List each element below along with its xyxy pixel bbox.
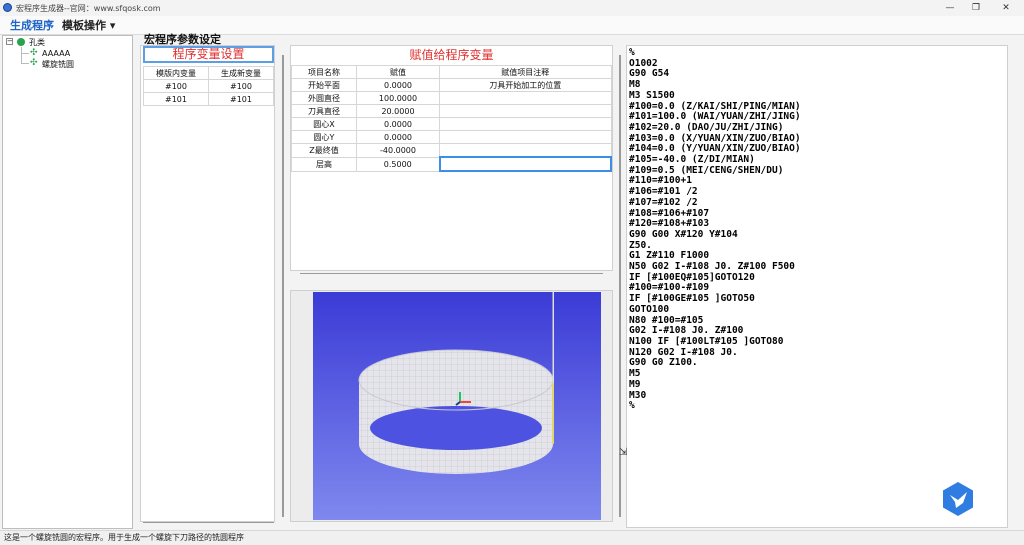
mouse-cursor-icon: ⇲ xyxy=(619,447,628,458)
app-icon xyxy=(3,3,12,12)
table-row[interactable]: Z最终值 -40.0000 xyxy=(291,143,612,158)
param-note[interactable] xyxy=(439,104,612,118)
column-header: 赋值项目注释 xyxy=(439,65,612,79)
column-header: 赋值 xyxy=(356,65,440,79)
param-name: 开始平面 xyxy=(291,78,357,92)
column-header: 生成新变量 xyxy=(208,66,274,80)
param-value[interactable]: 0.0000 xyxy=(356,130,440,144)
variable-panel xyxy=(140,45,275,522)
param-note[interactable] xyxy=(439,130,612,144)
toolpath-3d-view[interactable] xyxy=(313,292,601,520)
tree-connector xyxy=(21,63,29,64)
table-row[interactable]: 刀具直径 20.0000 xyxy=(291,104,612,118)
column-header: 项目名称 xyxy=(291,65,357,79)
gcode-line: % xyxy=(629,400,635,412)
gcode-line: M30 xyxy=(629,389,647,401)
gcode-line: G90 G54 xyxy=(629,68,670,80)
param-note[interactable] xyxy=(439,117,612,131)
param-name: 外圆直径 xyxy=(291,91,357,105)
gcode-line: M5 xyxy=(629,368,641,380)
horizontal-splitter[interactable] xyxy=(143,522,274,523)
horizontal-splitter[interactable] xyxy=(300,273,603,274)
gcode-line: #107=#102 /2 xyxy=(629,196,698,208)
item-icon: ✣ xyxy=(30,48,38,58)
param-value[interactable]: 0.0000 xyxy=(356,117,440,131)
param-name: 圆心Y xyxy=(291,130,357,144)
status-text: 这是一个螺旋铣圆的宏程序。用于生成一个螺旋下刀路径的铣圆程序 xyxy=(4,533,244,542)
variable-settings-header[interactable]: 程序变量设置 xyxy=(143,46,274,63)
param-note[interactable] xyxy=(438,156,612,172)
minimize-button[interactable]: — xyxy=(940,2,960,14)
table-row[interactable]: 外圆直径 100.0000 xyxy=(291,91,612,105)
tree-connector xyxy=(21,53,29,54)
table-row[interactable]: 层高 0.5000 xyxy=(291,156,612,172)
cylinder-inner xyxy=(370,406,542,450)
table-row[interactable]: 开始平面 0.0000 刀具开始加工的位置 xyxy=(291,78,612,92)
menu-generate-program[interactable]: 生成程序 xyxy=(10,17,54,33)
table-row[interactable]: 圆心Y 0.0000 xyxy=(291,130,612,144)
param-value[interactable]: 0.0000 xyxy=(356,78,440,92)
close-button[interactable]: ✕ xyxy=(996,2,1016,14)
gcode-line: G90 G0 Z100. xyxy=(629,357,698,369)
param-value[interactable]: 0.5000 xyxy=(356,156,440,172)
app-logo-icon xyxy=(943,482,973,516)
tree-collapse-toggle[interactable]: − xyxy=(6,38,13,45)
tree-connector xyxy=(21,47,22,64)
gcode-line: G90 G00 X#120 Y#104 xyxy=(629,228,738,240)
item-icon: ✣ xyxy=(30,58,38,68)
param-note[interactable]: 刀具开始加工的位置 xyxy=(439,78,612,92)
table-cell[interactable]: #100 xyxy=(208,79,274,93)
param-name: 圆心X xyxy=(291,117,357,131)
folder-icon xyxy=(17,38,25,46)
template-tree xyxy=(2,35,133,529)
param-value[interactable]: -40.0000 xyxy=(356,143,440,158)
param-value[interactable]: 20.0000 xyxy=(356,104,440,118)
gcode-line: M9 xyxy=(629,378,641,390)
gcode-line: M3 S1500 xyxy=(629,89,675,101)
window-title: 宏程序生成器--官网：www.sfqosk.com xyxy=(16,4,161,13)
variable-table: 模版内变量 生成新变量 #100 #100 #101 #101 xyxy=(143,66,274,106)
assign-panel-title: 赋值给程序变量 xyxy=(409,48,494,62)
param-name: 刀具直径 xyxy=(291,104,357,118)
table-row[interactable]: 圆心X 0.0000 xyxy=(291,117,612,131)
menu-template-operations[interactable]: 模板操作 ▾ xyxy=(62,17,115,33)
param-value[interactable]: 100.0000 xyxy=(356,91,440,105)
table-row[interactable]: #101 #101 xyxy=(143,92,274,106)
table-cell[interactable]: #101 xyxy=(208,92,274,106)
column-header: 模版内变量 xyxy=(143,66,209,80)
tree-node-aaaaa[interactable]: AAAAA xyxy=(42,49,70,58)
table-row[interactable]: #100 #100 xyxy=(143,79,274,93)
param-name: Z最终值 xyxy=(291,143,357,158)
table-cell[interactable]: #100 xyxy=(143,79,209,93)
maximize-button[interactable]: ❐ xyxy=(966,2,986,14)
assign-table: 项目名称 赋值 赋值项目注释 开始平面 0.0000 刀具开始加工的位置 外圆直… xyxy=(291,65,612,172)
vertical-splitter[interactable] xyxy=(282,55,284,517)
gcode-text[interactable]: % O1002 G90 G54 M8 M3 S1500 #100=0.0 (Z/KAI/S… xyxy=(629,47,801,412)
param-note[interactable] xyxy=(439,143,612,158)
tree-node-root[interactable]: 孔类 xyxy=(29,37,45,48)
param-name: 层高 xyxy=(291,156,357,172)
gcode-line: GOTO100 xyxy=(629,303,670,315)
table-cell[interactable]: #101 xyxy=(143,92,209,106)
tree-node-spiral-milling[interactable]: 螺旋铣圆 xyxy=(42,59,74,70)
param-note[interactable] xyxy=(439,91,612,105)
tool-line xyxy=(553,290,554,382)
